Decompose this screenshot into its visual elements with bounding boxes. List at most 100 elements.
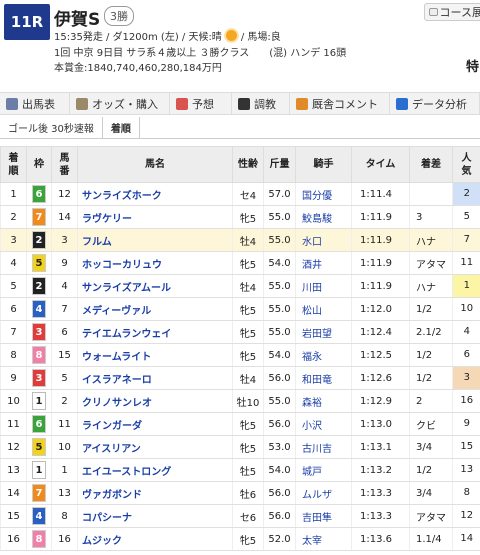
subtab-0[interactable]: ゴール後 30秒速報 — [0, 117, 102, 138]
start-info-text: 15:35発走 / ダ1200m (左) / 天候:晴 — [54, 32, 222, 43]
horse-name-link[interactable]: メディーヴァル — [77, 297, 233, 321]
jockey-link[interactable]: 岩田望 — [295, 320, 352, 344]
popularity-value: 5 — [463, 211, 470, 222]
race-start-info: 15:35発走 / ダ1200m (左) / 天候:晴 / 馬場:良 — [54, 28, 281, 43]
time-cell: 1:11.4 — [351, 182, 410, 206]
col-header-sex-age[interactable]: 性齢 — [232, 146, 264, 183]
margin-cell — [409, 182, 453, 206]
horse-name-link[interactable]: ラインガーダ — [77, 412, 233, 436]
rank-cell: 1 — [0, 182, 27, 206]
horse-number-cell: 7 — [51, 297, 78, 321]
jockey-link[interactable]: 和田竜 — [295, 366, 352, 390]
subtab-1[interactable]: 着順 — [101, 117, 140, 138]
nav-tab-1[interactable]: オッズ・購入 — [70, 93, 170, 114]
popularity-value: 4 — [463, 326, 470, 337]
jockey-link[interactable]: 鮫島駿 — [295, 205, 352, 229]
nav-tab-2[interactable]: 予想 — [170, 93, 232, 114]
horse-number-cell: 13 — [51, 481, 78, 505]
jockey-link[interactable]: ムルザ — [295, 481, 352, 505]
horse-number-cell: 8 — [51, 504, 78, 528]
col-header-weight[interactable]: 斤量 — [263, 146, 296, 183]
waku-badge: 8 — [32, 346, 46, 364]
waku-cell: 8 — [26, 527, 52, 551]
table-row[interactable]: 5 2 4 サンライズアムール 牡4 55.0 川田 1:11.9 ハナ 1 — [0, 274, 480, 298]
table-row[interactable]: 2 7 14 ラヴケリー 牝5 55.0 鮫島駿 1:11.9 3 5 — [0, 205, 480, 229]
time-cell: 1:13.6 — [351, 527, 410, 551]
nav-tab-3[interactable]: 調教 — [232, 93, 290, 114]
table-row[interactable]: 4 5 9 ホッコーカリュウ 牝5 54.0 酒井 1:11.9 アタマ 11 — [0, 251, 480, 275]
horse-name-link[interactable]: イスラアネーロ — [77, 366, 233, 390]
nav-tab-0[interactable]: 出馬表 — [0, 93, 70, 114]
popularity-value: 8 — [463, 487, 470, 498]
horse-name-link[interactable]: ヴァガボンド — [77, 481, 233, 505]
sex-age-cell: 牝5 — [232, 412, 264, 436]
waku-badge: 2 — [32, 277, 46, 295]
nav-tab-4[interactable]: 厩舎コメント — [290, 93, 390, 114]
table-row[interactable]: 1 6 12 サンライズホーク セ4 57.0 国分優 1:11.4 2 — [0, 182, 480, 206]
col-header-rank[interactable]: 着順 — [0, 146, 27, 183]
waku-cell: 6 — [26, 412, 52, 436]
col-header-horse-name[interactable]: 馬名 — [77, 146, 233, 183]
table-row[interactable]: 3 2 3 フルム 牡4 55.0 水口 1:11.9 ハナ 7 — [0, 228, 480, 252]
horse-number-cell: 4 — [51, 274, 78, 298]
col-header-margin[interactable]: 着差 — [409, 146, 453, 183]
horse-name-link[interactable]: フルム — [77, 228, 233, 252]
horse-name-link[interactable]: クリノサンレオ — [77, 389, 233, 413]
table-row[interactable]: 13 1 1 エイユーストロング 牡5 54.0 城戸 1:13.2 1/2 13 — [0, 458, 480, 482]
col-header-horse-number[interactable]: 馬番 — [51, 146, 78, 183]
horse-name-link[interactable]: エイユーストロング — [77, 458, 233, 482]
race-class-badge: 3勝 — [104, 6, 134, 26]
col-header-popularity[interactable]: 人気 — [452, 146, 480, 183]
jockey-link[interactable]: 城戸 — [295, 458, 352, 482]
course-view-button[interactable]: コース展 — [424, 3, 480, 21]
weight-cell: 55.0 — [263, 389, 296, 413]
col-header-time[interactable]: タイム — [351, 146, 410, 183]
table-row[interactable]: 11 6 11 ラインガーダ 牝5 56.0 小沢 1:13.0 クビ 9 — [0, 412, 480, 436]
col-header-jockey[interactable]: 騎手 — [295, 146, 352, 183]
table-row[interactable]: 9 3 5 イスラアネーロ 牡4 56.0 和田竜 1:12.6 1/2 3 — [0, 366, 480, 390]
col-header-waku[interactable]: 枠 — [26, 146, 52, 183]
horse-name-link[interactable]: サンライズアムール — [77, 274, 233, 298]
horse-name-link[interactable]: ムジック — [77, 527, 233, 551]
jockey-link[interactable]: 太宰 — [295, 527, 352, 551]
rank-cell: 5 — [0, 274, 27, 298]
nav-tab-5[interactable]: データ分析 — [390, 93, 480, 114]
weight-cell: 55.0 — [263, 228, 296, 252]
margin-cell: 3/4 — [409, 481, 453, 505]
jockey-link[interactable]: 吉田隼 — [295, 504, 352, 528]
jockey-link[interactable]: 水口 — [295, 228, 352, 252]
sex-age-cell: 牡4 — [232, 366, 264, 390]
sex-age-cell: 牝5 — [232, 343, 264, 367]
jockey-link[interactable]: 古川吉 — [295, 435, 352, 459]
table-row[interactable]: 16 8 16 ムジック 牝5 52.0 太宰 1:13.6 1.1/4 14 — [0, 527, 480, 551]
jockey-link[interactable]: 国分優 — [295, 182, 352, 206]
nav-tab-label: 厩舎コメント — [312, 97, 378, 111]
table-row[interactable]: 6 4 7 メディーヴァル 牝5 55.0 松山 1:12.0 1/2 10 — [0, 297, 480, 321]
jockey-link[interactable]: 福永 — [295, 343, 352, 367]
horse-name-link[interactable]: サンライズホーク — [77, 182, 233, 206]
margin-cell: アタマ — [409, 251, 453, 275]
horse-name-link[interactable]: ホッコーカリュウ — [77, 251, 233, 275]
table-row[interactable]: 14 7 13 ヴァガボンド 牡6 56.0 ムルザ 1:13.3 3/4 8 — [0, 481, 480, 505]
margin-cell: アタマ — [409, 504, 453, 528]
jockey-link[interactable]: 小沢 — [295, 412, 352, 436]
horse-name-link[interactable]: アイスリアン — [77, 435, 233, 459]
margin-cell: 3/4 — [409, 435, 453, 459]
horse-name-link[interactable]: ウォームライト — [77, 343, 233, 367]
jockey-link[interactable]: 酒井 — [295, 251, 352, 275]
jockey-link[interactable]: 川田 — [295, 274, 352, 298]
weight-cell: 52.0 — [263, 527, 296, 551]
weight-cell: 56.0 — [263, 366, 296, 390]
table-row[interactable]: 7 3 6 テイエムランウェイ 牝5 55.0 岩田望 1:12.4 2.1/2 4 — [0, 320, 480, 344]
jockey-link[interactable]: 森裕 — [295, 389, 352, 413]
horse-name-link[interactable]: コパシーナ — [77, 504, 233, 528]
table-row[interactable]: 15 4 8 コパシーナ セ6 56.0 吉田隼 1:13.3 アタマ 12 — [0, 504, 480, 528]
horse-name-link[interactable]: ラヴケリー — [77, 205, 233, 229]
horse-name-link[interactable]: テイエムランウェイ — [77, 320, 233, 344]
jockey-link[interactable]: 松山 — [295, 297, 352, 321]
table-row[interactable]: 12 5 10 アイスリアン 牝5 53.0 古川吉 1:13.1 3/4 15 — [0, 435, 480, 459]
popularity-cell: 7 — [452, 228, 480, 252]
table-row[interactable]: 8 8 15 ウォームライト 牝5 54.0 福永 1:12.5 1/2 6 — [0, 343, 480, 367]
table-row[interactable]: 10 1 2 クリノサンレオ 牡10 55.0 森裕 1:12.9 2 16 — [0, 389, 480, 413]
sex-age-cell: 牡4 — [232, 228, 264, 252]
